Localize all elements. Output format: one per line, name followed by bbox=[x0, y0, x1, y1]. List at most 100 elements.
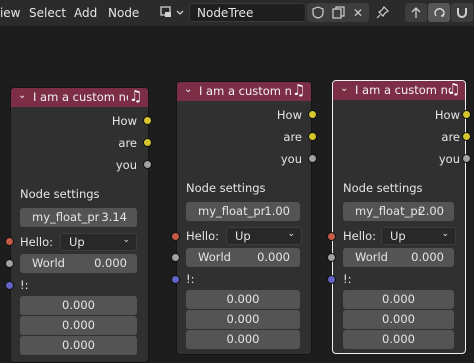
vector-field-y[interactable]: 0.000 bbox=[186, 310, 300, 329]
float-field-label: my_float_pr bbox=[198, 204, 266, 218]
input-socket-bang[interactable] bbox=[5, 281, 14, 290]
bang-label: !: bbox=[20, 278, 29, 292]
vector-value: 0.000 bbox=[382, 312, 415, 326]
auto-offset-button[interactable] bbox=[428, 3, 450, 22]
close-icon: ✕ bbox=[352, 5, 364, 20]
tree-type-selector[interactable] bbox=[157, 3, 187, 22]
fake-user-button[interactable] bbox=[307, 3, 329, 22]
vector-field-z[interactable]: 0.000 bbox=[186, 330, 300, 349]
hello-dropdown-value: Up bbox=[235, 229, 251, 243]
world-field[interactable]: World 0.000 bbox=[343, 248, 454, 267]
world-field[interactable]: World 0.000 bbox=[186, 248, 300, 267]
vector-value: 0.000 bbox=[382, 292, 415, 306]
vector-field-z[interactable]: 0.000 bbox=[20, 336, 137, 355]
menu-node[interactable]: Node bbox=[108, 6, 139, 20]
unlink-button[interactable]: ✕ bbox=[347, 3, 369, 22]
output-label-are: are bbox=[118, 136, 137, 150]
output-label-you: you bbox=[280, 152, 302, 166]
pin-button[interactable] bbox=[371, 3, 393, 22]
node-header[interactable]: ⌄ I am a custom no... ♫ bbox=[11, 87, 148, 107]
snap-button[interactable] bbox=[451, 3, 473, 22]
output-socket-how[interactable] bbox=[462, 110, 471, 119]
node-header[interactable]: ⌄ I am a custom no... ♫ bbox=[177, 81, 311, 101]
input-socket-hello[interactable] bbox=[5, 237, 14, 246]
bang-label: !: bbox=[186, 272, 195, 286]
input-socket-world[interactable] bbox=[171, 253, 180, 262]
input-socket-hello[interactable] bbox=[171, 232, 180, 241]
my-float-field[interactable]: my_float_pr 2.00 bbox=[343, 202, 454, 221]
output-socket-are[interactable] bbox=[143, 138, 152, 147]
output-socket-how[interactable] bbox=[143, 116, 152, 125]
hello-dropdown[interactable]: Up ⌄ bbox=[60, 233, 137, 251]
vector-value: 0.000 bbox=[62, 338, 95, 352]
vector-field-x[interactable]: 0.000 bbox=[186, 290, 300, 309]
vector-value: 0.000 bbox=[382, 332, 415, 346]
vector-value: 0.000 bbox=[62, 318, 95, 332]
output-label-how: How bbox=[111, 114, 137, 128]
input-socket-hello[interactable] bbox=[327, 232, 336, 241]
hello-dropdown-value: Up bbox=[390, 229, 406, 243]
chevron-down-icon[interactable]: ⌄ bbox=[184, 84, 192, 95]
hello-label: Hello: bbox=[343, 229, 377, 243]
output-label-how: How bbox=[434, 108, 460, 122]
output-socket-are[interactable] bbox=[462, 132, 471, 141]
input-socket-world[interactable] bbox=[5, 259, 14, 268]
node-title: I am a custom no... bbox=[33, 90, 128, 104]
vector-field-y[interactable]: 0.000 bbox=[20, 316, 137, 335]
duplicate-icon bbox=[331, 6, 345, 19]
hello-dropdown[interactable]: Up ⌄ bbox=[381, 227, 456, 245]
music-note-icon: ♫ bbox=[129, 87, 143, 105]
output-socket-you[interactable] bbox=[462, 154, 471, 163]
hello-label: Hello: bbox=[20, 235, 54, 249]
node-settings-label: Node settings bbox=[343, 181, 423, 195]
float-field-value: 1.00 bbox=[264, 204, 290, 218]
float-field-value: 3.14 bbox=[101, 210, 127, 224]
input-socket-world[interactable] bbox=[327, 253, 336, 262]
world-field-value: 0.000 bbox=[94, 256, 127, 270]
shield-icon bbox=[312, 6, 324, 19]
my-float-field[interactable]: my_float_pr 1.00 bbox=[186, 202, 300, 221]
output-socket-you[interactable] bbox=[308, 154, 317, 163]
world-field-value: 0.000 bbox=[257, 250, 290, 264]
node-header[interactable]: ⌄ I am a custom node ♫ bbox=[333, 80, 465, 100]
chevron-down-icon: ⌄ bbox=[441, 229, 449, 239]
output-label-you: you bbox=[115, 158, 137, 172]
duplicate-button[interactable] bbox=[327, 3, 349, 22]
menu-add[interactable]: Add bbox=[74, 6, 97, 20]
output-socket-how[interactable] bbox=[308, 110, 317, 119]
output-socket-you[interactable] bbox=[143, 160, 152, 169]
vector-value: 0.000 bbox=[226, 312, 260, 326]
parent-tree-button[interactable] bbox=[405, 3, 427, 22]
chevron-down-icon: ⌄ bbox=[122, 235, 130, 245]
world-field-label: World bbox=[198, 250, 231, 264]
world-field-label: World bbox=[32, 256, 65, 270]
menu-select[interactable]: Select bbox=[29, 6, 66, 20]
output-label-are: are bbox=[283, 130, 302, 144]
node-title: I am a custom node bbox=[355, 83, 451, 97]
node-tree-name: NodeTree bbox=[197, 6, 254, 20]
output-label-how: How bbox=[276, 108, 302, 122]
vector-field-x[interactable]: 0.000 bbox=[343, 290, 454, 309]
menu-view[interactable]: View bbox=[0, 6, 20, 20]
output-socket-are[interactable] bbox=[308, 132, 317, 141]
vector-field-y[interactable]: 0.000 bbox=[343, 310, 454, 329]
output-label-you: you bbox=[438, 152, 460, 166]
vector-field-z[interactable]: 0.000 bbox=[343, 330, 454, 349]
input-socket-bang[interactable] bbox=[327, 275, 336, 284]
chevron-down-icon[interactable]: ⌄ bbox=[340, 83, 348, 94]
vector-field-x[interactable]: 0.000 bbox=[20, 296, 137, 315]
my-float-field[interactable]: my_float_pr 3.14 bbox=[20, 208, 137, 227]
float-field-value: 2.00 bbox=[418, 204, 444, 218]
output-label-are: are bbox=[441, 130, 460, 144]
chevron-down-icon[interactable]: ⌄ bbox=[18, 90, 26, 101]
node-tree-name-field[interactable]: NodeTree bbox=[189, 3, 306, 22]
world-field[interactable]: World 0.000 bbox=[20, 254, 137, 273]
hello-dropdown[interactable]: Up ⌄ bbox=[226, 227, 302, 245]
chevron-down-icon: ⌄ bbox=[287, 229, 295, 239]
bang-label: !: bbox=[343, 272, 352, 286]
magnet-icon bbox=[457, 8, 467, 18]
pin-icon bbox=[376, 6, 389, 19]
input-socket-bang[interactable] bbox=[171, 275, 180, 284]
vector-value: 0.000 bbox=[226, 332, 260, 346]
float-field-label: my_float_pr bbox=[32, 210, 100, 224]
